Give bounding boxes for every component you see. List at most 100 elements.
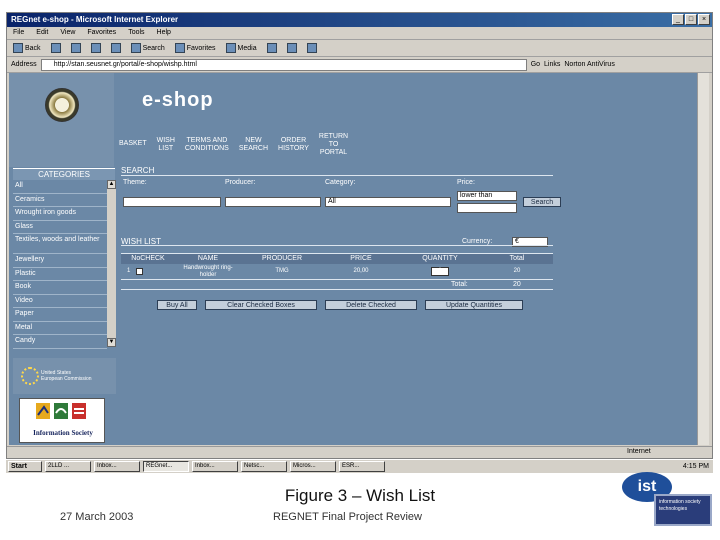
task-item[interactable]: Netsc... bbox=[241, 461, 287, 472]
star-icon bbox=[174, 43, 185, 53]
col-quantity: QUANTITY bbox=[422, 255, 458, 262]
maximize-button[interactable]: □ bbox=[685, 14, 697, 25]
task-item[interactable]: Inbox... bbox=[94, 461, 140, 472]
nav-order-history[interactable]: ORDER HISTORY bbox=[278, 137, 309, 157]
currency-label: Currency: bbox=[462, 238, 493, 245]
go-button[interactable]: Go bbox=[531, 61, 540, 68]
top-nav: BASKET WISH LIST TERMS AND CONDITIONS NE… bbox=[119, 133, 348, 157]
information-society-logo: Information Society bbox=[19, 398, 105, 443]
ist-emblem-icon bbox=[36, 403, 86, 419]
price-mode-select[interactable]: lower than bbox=[457, 191, 517, 201]
category-wrought-iron[interactable]: Wrought iron goods bbox=[13, 207, 107, 221]
menu-file[interactable]: File bbox=[13, 29, 24, 37]
refresh-icon bbox=[90, 43, 101, 53]
nav-return-portal[interactable]: RETURN TO PORTAL bbox=[319, 133, 348, 157]
search-submit-button[interactable]: Search bbox=[523, 197, 561, 207]
wishlist-header: NoCHECK NAME PRODUCER PRICE QUANTITY Tot… bbox=[121, 253, 553, 264]
categories-list: All Ceramics Wrought iron goods Glass Te… bbox=[13, 180, 107, 349]
quantity-input[interactable]: 1 bbox=[431, 267, 449, 276]
price-input[interactable] bbox=[457, 203, 517, 213]
search-divider bbox=[121, 175, 553, 176]
scroll-down-icon[interactable]: ▼ bbox=[107, 338, 116, 347]
nav-wish-list[interactable]: WISH LIST bbox=[157, 137, 175, 157]
european-commission-logo: United States European Commission bbox=[13, 358, 116, 394]
row-checkbox[interactable] bbox=[136, 268, 144, 275]
nav-terms[interactable]: TERMS AND CONDITIONS bbox=[185, 137, 229, 157]
stop-button[interactable] bbox=[70, 43, 81, 53]
category-select[interactable]: All bbox=[325, 197, 451, 207]
figure-caption: Figure 3 – Wish List bbox=[284, 486, 436, 505]
norton-antivirus-button[interactable]: Norton AntiVirus bbox=[564, 61, 614, 68]
category-metal[interactable]: Metal bbox=[13, 322, 107, 335]
close-button[interactable]: × bbox=[698, 14, 710, 25]
forward-arrow-icon bbox=[50, 43, 61, 53]
task-item[interactable]: ESR... bbox=[339, 461, 385, 472]
title-bar: REGnet e-shop - Microsoft Internet Explo… bbox=[7, 13, 712, 27]
task-item-active[interactable]: REGnet... bbox=[143, 461, 189, 472]
address-input[interactable]: http://stan.seusnet.gr/portal/e-shop/wis… bbox=[40, 58, 527, 71]
regnet-emblem-icon bbox=[45, 88, 79, 122]
task-item[interactable]: Micros... bbox=[290, 461, 336, 472]
history-button[interactable] bbox=[266, 43, 277, 53]
forward-button[interactable] bbox=[50, 43, 61, 53]
page-scrollbar[interactable] bbox=[697, 73, 709, 445]
search-title: SEARCH bbox=[121, 166, 155, 175]
logo-panel bbox=[9, 73, 114, 167]
history-icon bbox=[266, 43, 277, 53]
links-label[interactable]: Links bbox=[544, 61, 560, 68]
category-plastic[interactable]: Plastic bbox=[13, 268, 107, 281]
search-button[interactable]: Search bbox=[130, 43, 165, 53]
theme-input[interactable] bbox=[123, 197, 221, 207]
menu-favorites[interactable]: Favorites bbox=[87, 29, 116, 37]
table-row: 1 Handwrought ring-holder TMG 20,00 1 20 bbox=[121, 264, 553, 280]
eu-stars-icon bbox=[21, 367, 39, 385]
delete-checked-button[interactable]: Delete Checked bbox=[325, 300, 417, 310]
category-book[interactable]: Book bbox=[13, 281, 107, 295]
categories-scrollbar[interactable]: ▲ ▼ bbox=[107, 180, 116, 347]
col-nocheck: NoCHECK bbox=[131, 255, 165, 262]
task-item[interactable]: 2LLD ... bbox=[45, 461, 91, 472]
minimize-button[interactable]: _ bbox=[672, 14, 684, 25]
taskbar-clock: 4:15 PM bbox=[682, 463, 709, 470]
category-ceramics[interactable]: Ceramics bbox=[13, 194, 107, 207]
favorites-button[interactable]: Favorites bbox=[174, 43, 216, 53]
task-item[interactable]: Inbox... bbox=[192, 461, 238, 472]
price-label: Price: bbox=[457, 179, 475, 186]
category-video[interactable]: Video bbox=[13, 295, 107, 308]
address-label: Address bbox=[11, 61, 37, 68]
row-total: 20 bbox=[513, 268, 521, 274]
nav-new-search[interactable]: NEW SEARCH bbox=[239, 137, 268, 157]
menu-tools[interactable]: Tools bbox=[128, 29, 144, 37]
category-jewellery[interactable]: Jewellery bbox=[13, 254, 107, 268]
row-name[interactable]: Handwrought ring-holder bbox=[175, 264, 241, 279]
mail-button[interactable] bbox=[286, 43, 297, 53]
media-button[interactable]: Media bbox=[225, 43, 257, 53]
back-button[interactable]: Back bbox=[13, 43, 41, 53]
menu-edit[interactable]: Edit bbox=[36, 29, 48, 37]
nav-basket[interactable]: BASKET bbox=[119, 140, 147, 157]
address-bar: Address http://stan.seusnet.gr/portal/e-… bbox=[7, 57, 712, 73]
producer-input[interactable] bbox=[225, 197, 321, 207]
menu-help[interactable]: Help bbox=[157, 29, 171, 37]
buy-all-button[interactable]: Buy All bbox=[157, 300, 197, 310]
start-button[interactable]: Start bbox=[8, 461, 42, 472]
footer-title: REGNET Final Project Review bbox=[273, 511, 422, 523]
toolbar: Back Search Favorites Media bbox=[7, 40, 712, 57]
status-zone: Internet bbox=[627, 448, 651, 455]
category-glass[interactable]: Glass bbox=[13, 221, 107, 234]
category-textiles[interactable]: Textiles, woods and leather bbox=[13, 234, 107, 254]
category-paper[interactable]: Paper bbox=[13, 308, 107, 322]
home-button[interactable] bbox=[110, 43, 121, 53]
refresh-button[interactable] bbox=[90, 43, 101, 53]
ec-text: United States European Commission bbox=[41, 370, 92, 382]
update-quantities-button[interactable]: Update Quantities bbox=[425, 300, 523, 310]
row-price: 20,00 bbox=[353, 268, 369, 274]
back-arrow-icon bbox=[13, 43, 23, 53]
clear-checked-button[interactable]: Clear Checked Boxes bbox=[205, 300, 317, 310]
category-all[interactable]: All bbox=[13, 180, 107, 194]
mail-icon bbox=[286, 43, 297, 53]
print-button[interactable] bbox=[306, 43, 317, 53]
menu-view[interactable]: View bbox=[60, 29, 75, 37]
category-candy[interactable]: Candy bbox=[13, 335, 107, 349]
scroll-up-icon[interactable]: ▲ bbox=[107, 180, 116, 189]
